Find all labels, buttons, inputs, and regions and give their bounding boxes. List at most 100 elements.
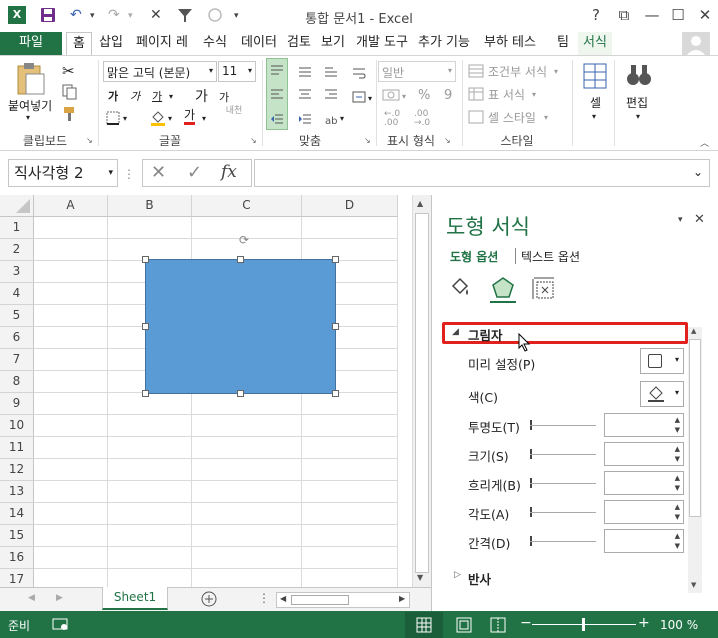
tab-file[interactable]: 파일 [0,32,62,56]
resize-handle[interactable] [142,390,149,397]
row-header[interactable]: 9 [0,393,34,415]
scroll-thumb[interactable] [291,595,349,605]
editing-button[interactable]: 편집 [626,94,648,111]
cancel-button[interactable]: ✕ [151,162,166,183]
resize-handle[interactable] [237,390,244,397]
fill-line-icon[interactable] [448,277,472,301]
shrink-font-button[interactable]: 가 [219,89,229,105]
expand-section-icon[interactable]: ▷ [454,570,461,580]
page-layout-view-button[interactable] [456,617,472,633]
paste-label[interactable]: 붙여넣기 [8,97,52,114]
clipboard-launcher-icon[interactable]: ↘ [86,136,93,145]
phonetic-button[interactable]: 내천 [225,106,243,116]
row-header[interactable]: 14 [0,503,34,525]
ribbon-display-button[interactable]: ⧉ [613,6,635,24]
decrease-decimal-icon[interactable]: .00 →.0 [414,110,430,128]
tab-home[interactable]: 홈 [66,32,92,56]
minimize-button[interactable]: — [641,6,663,24]
zoom-in-button[interactable]: + [638,615,650,631]
scroll-right-icon[interactable]: ▶ [399,594,405,603]
cells-icon[interactable] [582,62,608,90]
number-format-select[interactable]: 일반 ▾ [378,61,456,82]
scroll-thumb[interactable] [689,339,701,517]
color-dropdown[interactable]: ▾ [640,381,684,407]
effects-pentagon-icon[interactable] [490,275,516,301]
spin-up-icon[interactable]: ▲ [675,532,680,540]
grow-font-button[interactable]: 가 [195,86,208,106]
orientation-icon[interactable]: ab [324,112,338,126]
maximize-button[interactable]: ☐ [667,6,689,24]
resize-handle[interactable] [142,256,149,263]
align-bottom-icon[interactable] [324,64,338,78]
column-header-a[interactable]: A [34,195,108,217]
zoom-level[interactable]: 100 % [660,618,698,632]
tab-team[interactable]: 팀 [552,32,574,56]
tab-shape-options[interactable]: 도형 옵션 [450,248,498,265]
distance-spinner[interactable]: ▲ ▼ [604,529,684,553]
transparency-slider[interactable] [530,425,596,426]
pane-scrollbar[interactable]: ▲ ▼ [688,327,702,593]
collapse-section-icon[interactable]: ◢ [452,327,459,337]
resize-handle[interactable] [332,390,339,397]
row-header[interactable]: 6 [0,327,34,349]
blur-spinner[interactable]: ▲ ▼ [604,471,684,495]
cut-icon[interactable]: ✂ [62,62,75,80]
merge-icon[interactable] [352,90,366,104]
tab-view[interactable]: 보기 [316,32,350,56]
rotate-handle-icon[interactable]: ⟳ [239,233,249,247]
size-slider[interactable] [530,454,596,455]
spin-up-icon[interactable]: ▲ [675,503,680,511]
comma-button[interactable]: 9 [444,88,452,103]
insert-function-button[interactable]: fx [221,162,237,182]
size-spinner[interactable]: ▲ ▼ [604,442,684,466]
tab-developer[interactable]: 개발 도구 [352,32,412,56]
row-header[interactable]: 7 [0,349,34,371]
tab-insert[interactable]: 삽입 [94,32,128,56]
font-size-select[interactable]: 11 ▾ [218,61,256,82]
row-header[interactable]: 12 [0,459,34,481]
tab-page-layout[interactable]: 페이지 레 [130,32,194,56]
currency-icon[interactable] [382,88,400,102]
align-top-icon[interactable] [270,64,284,78]
worksheet-grid[interactable]: A B C D 1 2 3 4 5 6 7 8 9 10 11 12 13 14 15 16 17 ⟳ ▲ ▼ [0,195,431,591]
spin-down-icon[interactable]: ▼ [675,542,680,550]
number-launcher-icon[interactable]: ↘ [444,136,451,145]
name-box[interactable]: 직사각형 2 ▾ [8,159,118,187]
scroll-down-icon[interactable]: ▼ [691,581,696,589]
format-as-table-button[interactable]: 표 서식 [488,86,525,103]
row-header[interactable]: 5 [0,305,34,327]
increase-decimal-icon[interactable]: ←.0.00 [384,110,400,128]
horizontal-scrollbar[interactable]: ◀ ▶ [276,592,410,608]
format-painter-icon[interactable] [62,106,78,122]
align-left-icon[interactable] [270,88,284,102]
paste-dropdown-icon[interactable]: ▾ [26,113,30,122]
row-header[interactable]: 1 [0,217,34,239]
tab-formulas[interactable]: 수식 [198,32,232,56]
currency-dropdown-icon[interactable]: ▾ [402,92,406,101]
next-sheet-icon[interactable]: ▶ [56,593,63,603]
underline-button[interactable]: 가 [152,88,162,104]
scroll-up-icon[interactable]: ▲ [691,327,696,335]
row-header[interactable]: 15 [0,525,34,547]
font-launcher-icon[interactable]: ↘ [250,136,257,145]
tab-load-test[interactable]: 부하 테스 [478,32,542,56]
distance-slider[interactable] [530,541,596,542]
fill-color-icon[interactable] [150,109,166,127]
format-as-table-icon[interactable] [468,87,484,101]
spin-up-icon[interactable]: ▲ [675,416,680,424]
font-name-select[interactable]: 맑은 고딕 (본문) ▾ [103,61,217,82]
spin-up-icon[interactable]: ▲ [675,445,680,453]
scroll-up-icon[interactable]: ▲ [417,199,423,208]
scroll-left-icon[interactable]: ◀ [280,594,286,603]
page-break-view-button[interactable] [490,617,506,633]
transparency-spinner[interactable]: ▲ ▼ [604,413,684,437]
spin-down-icon[interactable]: ▼ [675,426,680,434]
scroll-thumb[interactable] [415,213,429,573]
tab-addins[interactable]: 추가 기능 [414,32,474,56]
select-all-button[interactable] [0,195,34,217]
angle-spinner[interactable]: ▲ ▼ [604,500,684,524]
font-color-button[interactable]: 가 [184,108,196,125]
rectangle-shape[interactable] [145,259,336,394]
cells-button[interactable]: 셀 [590,94,601,111]
wrap-text-icon[interactable] [352,66,366,80]
